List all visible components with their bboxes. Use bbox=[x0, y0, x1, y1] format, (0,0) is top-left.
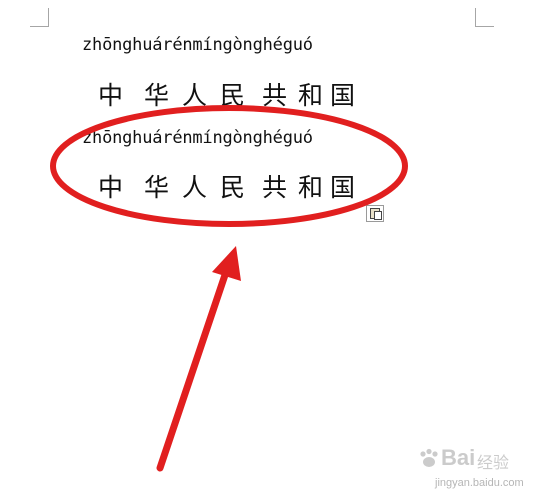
arrow-head bbox=[212, 246, 241, 281]
watermark-brand-suffix: 经验 bbox=[477, 453, 510, 472]
baidu-watermark: Bai 经验 jingyan.baidu.com bbox=[415, 441, 535, 497]
watermark-brand: Bai bbox=[441, 445, 476, 470]
arrow-shaft bbox=[156, 268, 230, 472]
watermark-url: jingyan.baidu.com bbox=[435, 477, 524, 489]
annotation-layer bbox=[50, 105, 408, 472]
highlight-ellipse bbox=[50, 105, 408, 227]
document-page: zhōnghuárénmíngònghéguó 中 华 人 民 共 和 国 zh… bbox=[0, 0, 540, 500]
paw-icon bbox=[420, 448, 438, 467]
